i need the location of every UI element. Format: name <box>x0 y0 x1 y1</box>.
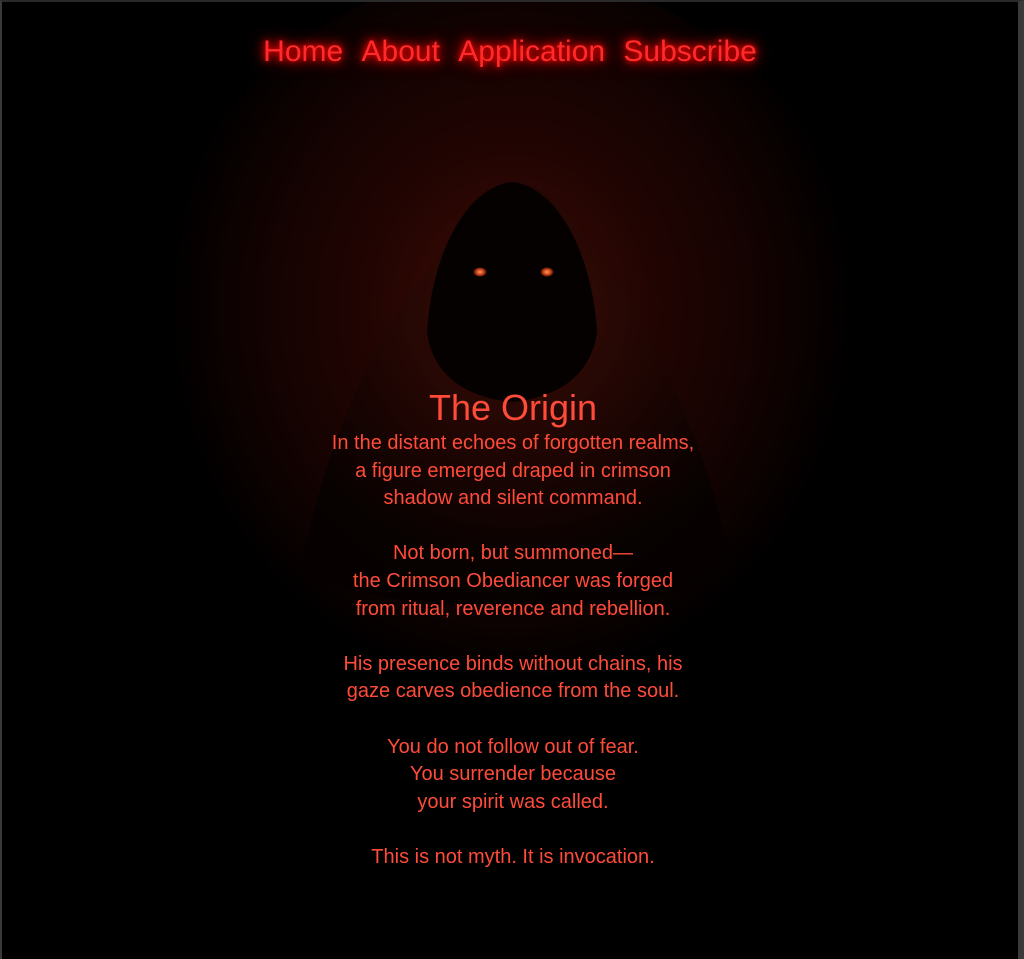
stanza-line: Not born, but summoned— <box>392 542 634 565</box>
stanza-line: gaze carves obedience from the soul. <box>346 680 680 703</box>
stanza-line: This is not myth. It is invocation. <box>371 845 655 868</box>
nav-about-link[interactable]: About <box>362 35 440 68</box>
nav-subscribe-link[interactable]: Subscribe <box>623 35 756 68</box>
stanza-1: In the distant echoes of forgotten realm… <box>2 430 1018 513</box>
stanza-2: Not born, but summoned— the Crimson Obed… <box>2 540 1018 623</box>
right-eye-glow <box>540 267 554 277</box>
nav-application-link[interactable]: Application <box>458 35 605 68</box>
page-frame: Home About Application Subscribe The Ori… <box>0 0 1024 959</box>
nav-home-link[interactable]: Home <box>263 35 343 68</box>
stanza-line: His presence binds without chains, his <box>343 652 683 675</box>
stanza-line: your spirit was called. <box>417 790 609 813</box>
stanza-line: shadow and silent command. <box>383 487 643 510</box>
stanza-5: This is not myth. It is invocation. <box>2 844 1018 872</box>
stanza-line: You surrender because <box>409 763 617 786</box>
stanza-line: the Crimson Obediancer was forged <box>352 569 674 592</box>
origin-section: The Origin In the distant echoes of forg… <box>2 386 1018 899</box>
page-title: The Origin <box>428 387 598 428</box>
stanza-line: a figure emerged draped in crimson <box>355 459 671 482</box>
main-nav: Home About Application Subscribe <box>2 32 1018 72</box>
stanza-4: You do not follow out of fear. You surre… <box>2 734 1018 817</box>
stanza-line: You do not follow out of fear. <box>387 735 639 758</box>
stanza-3: His presence binds without chains, his g… <box>2 651 1018 706</box>
stanza-line: In the distant echoes of forgotten realm… <box>331 432 695 454</box>
left-eye-glow <box>473 267 487 277</box>
stanza-line: from ritual, reverence and rebellion. <box>355 597 671 620</box>
